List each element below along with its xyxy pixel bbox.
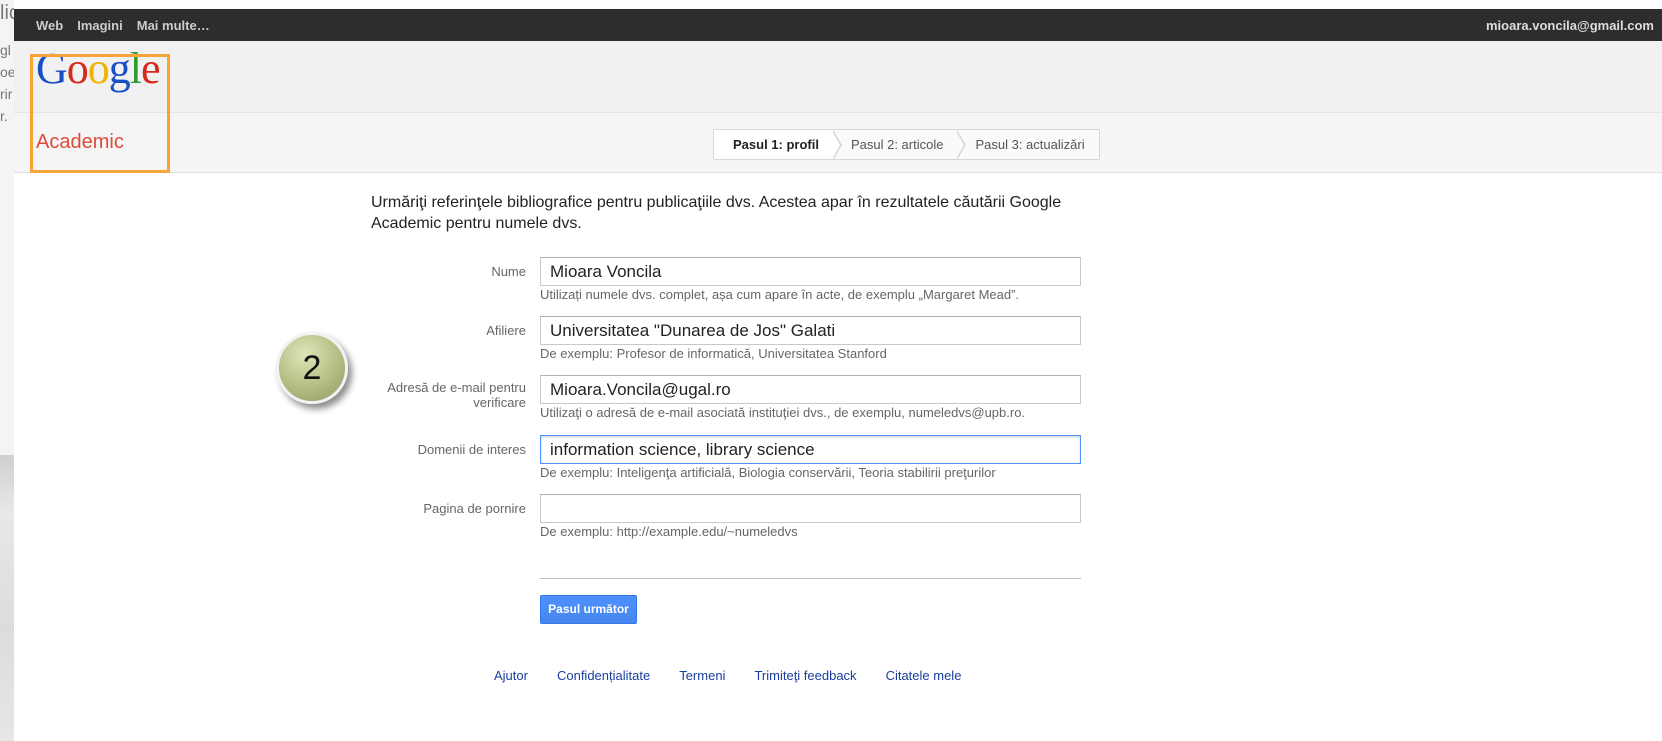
verification-email-input[interactable] [540,375,1081,404]
nav-more-link[interactable]: Mai multe… [137,18,210,33]
affiliation-input[interactable] [540,316,1081,345]
slide-text-fragment: lic [0,2,14,24]
affiliation-label: Afiliere [486,323,526,338]
homepage-input[interactable] [540,494,1081,523]
slide-background-gray [0,455,14,741]
footer-terms-link[interactable]: Termeni [679,668,725,683]
slide-text-fragment: oe [0,64,14,80]
name-label: Nume [491,264,526,279]
interests-input[interactable] [540,435,1081,464]
step-profile: Pasul 1: profil [714,130,842,160]
account-email[interactable]: mioara.voncila@gmail.com [1486,18,1654,33]
interests-hint: De exemplu: Inteligenţa artificială, Bio… [540,465,996,480]
step-progress: Pasul 1: profil Pasul 2: articole Pasul … [713,129,1100,160]
footer-help-link[interactable]: Ajutor [494,668,528,683]
intro-text: Urmăriţi referinţele bibliografice pentr… [371,194,1062,232]
homepage-label: Pagina de pornire [423,501,526,516]
footer-links: Ajutor Confidențialitate Termeni Trimite… [494,668,961,683]
page-header: Google [14,41,1662,113]
step-number-badge: 2 [276,332,348,404]
logo-highlight-frame [30,54,170,173]
homepage-hint: De exemplu: http://example.edu/~numeledv… [540,524,798,539]
step-updates: Pasul 3: actualizări [975,137,1085,152]
top-bar: Web Imagini Mai multe… mioara.voncila@gm… [14,9,1662,41]
form-divider [540,578,1081,579]
next-step-button[interactable]: Pasul următor [540,595,637,624]
top-nav: Web Imagini Mai multe… [36,18,210,33]
email-label: Adresă de e-mail pentru verificare [387,380,526,410]
step-articles: Pasul 2: articole [833,130,967,160]
affiliation-hint: De exemplu: Profesor de informatică, Uni… [540,346,887,361]
footer-privacy-link[interactable]: Confidențialitate [557,668,650,683]
browser-screenshot: Web Imagini Mai multe… mioara.voncila@gm… [14,9,1662,741]
sub-header: Academic Pasul 1: profil Pasul 2: artico… [14,113,1662,173]
name-hint: Utilizați numele dvs. complet, așa cum a… [540,287,1020,302]
interests-label: Domenii de interes [417,442,526,457]
slide-text-fragment: rir [0,86,13,102]
nav-web-link[interactable]: Web [36,18,63,33]
step-arrow [956,130,967,160]
step-arrow [831,130,842,160]
slide-text-fragment: gl [0,42,11,58]
footer-feedback-link[interactable]: Trimiteţi feedback [754,668,856,683]
footer-my-citations-link[interactable]: Citatele mele [886,668,962,683]
slide-text-fragment: r. [0,108,8,124]
nav-images-link[interactable]: Imagini [77,18,123,33]
email-hint: Utilizaţi o adresă de e-mail asociată in… [540,405,1026,420]
name-input[interactable] [540,257,1081,286]
